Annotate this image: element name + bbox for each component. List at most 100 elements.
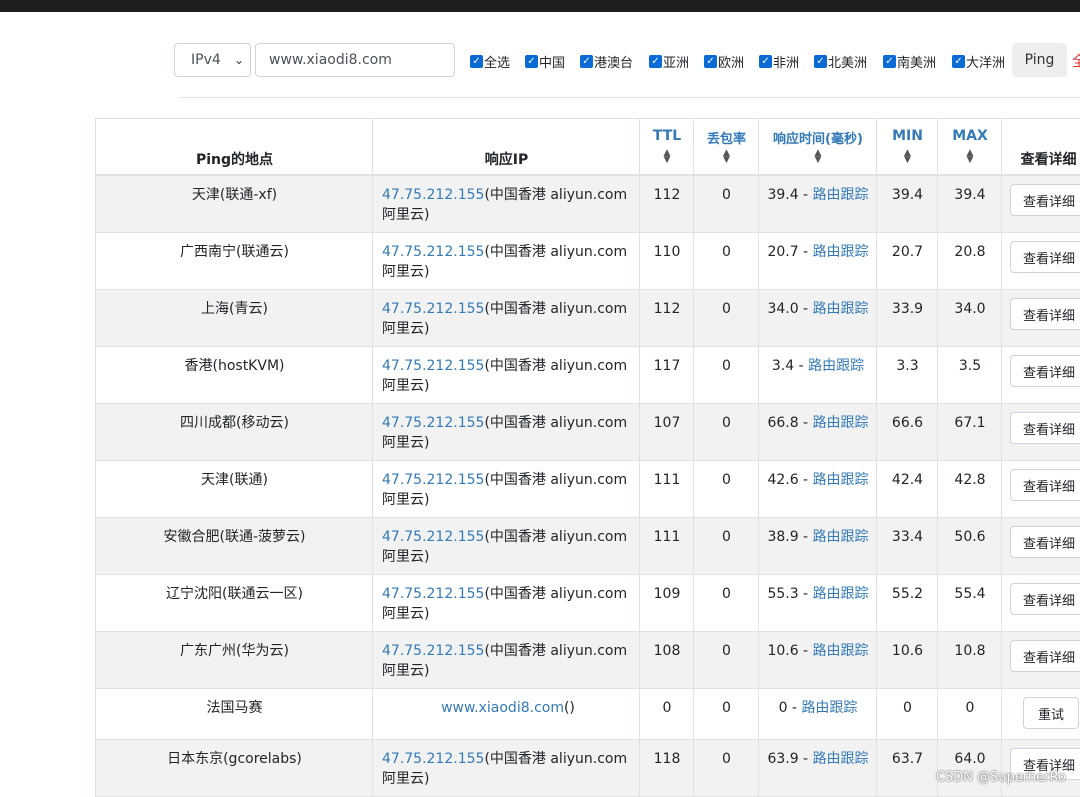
cell-min: 55.2 <box>876 575 938 631</box>
region-checkbox-china[interactable]: ✓ 中国 <box>525 52 565 71</box>
checkbox-checked-icon: ✓ <box>580 55 593 68</box>
cell-location: 辽宁沈阳(联通云一区) <box>95 575 373 631</box>
cell-location: 日本东京(gcorelabs) <box>95 740 373 796</box>
region-checkbox-africa[interactable]: ✓ 非洲 <box>759 52 799 71</box>
retry-button[interactable]: 重试 <box>1023 697 1079 729</box>
cell-min: 39.4 <box>876 176 938 232</box>
cell-loss: 0 <box>693 290 759 346</box>
cell-ttl: 109 <box>639 575 694 631</box>
table-row: 上海(青云) 47.75.212.155(中国香港 aliyun.com 阿里云)… <box>95 290 1080 347</box>
ping-button[interactable]: Ping <box>1012 43 1067 77</box>
table-row: 香港(hostKVM) 47.75.212.155(中国香港 aliyun.com… <box>95 347 1080 404</box>
cell-max: 64.0 <box>937 740 1002 796</box>
cell-max: 67.1 <box>937 404 1002 460</box>
view-detail-button[interactable]: 查看详细 <box>1010 640 1080 672</box>
cell-rtt: 20.7 - 路由跟踪 <box>758 233 877 289</box>
region-checkbox-asia[interactable]: ✓ 亚洲 <box>649 52 689 71</box>
ip-link[interactable]: 47.75.212.155 <box>382 751 484 767</box>
cell-max: 20.8 <box>937 233 1002 289</box>
trace-route-link[interactable]: 路由跟踪 <box>813 751 869 767</box>
view-detail-button[interactable]: 查看详细 <box>1010 184 1080 216</box>
cell-rtt: 34.0 - 路由跟踪 <box>758 290 877 346</box>
view-detail-button[interactable]: 查看详细 <box>1010 355 1080 387</box>
cell-rtt: 66.8 - 路由跟踪 <box>758 404 877 460</box>
ip-version-value: IPv4 <box>191 52 221 68</box>
table-header-row: Ping的地点 响应IP TTL ▲ ▼ 丢包率 ▲ ▼ 响应时间(毫秒) ▲ ▼ MIN ▲… <box>95 118 1080 176</box>
region-checkbox-north-america[interactable]: ✓ 北美洲 <box>814 52 867 71</box>
header-max[interactable]: MAX ▲ ▼ <box>937 119 1002 174</box>
trace-route-link[interactable]: 路由跟踪 <box>813 643 869 659</box>
ip-link[interactable]: 47.75.212.155 <box>382 643 484 659</box>
rtt-value: 3.4 <box>771 358 795 374</box>
cell-max: 10.8 <box>937 632 1002 688</box>
cell-min: 66.6 <box>876 404 938 460</box>
host-input[interactable]: www.xiaodi8.com <box>255 43 455 77</box>
header-min[interactable]: MIN ▲ ▼ <box>876 119 938 174</box>
trace-route-link[interactable]: 路由跟踪 <box>808 358 864 374</box>
table-row: 安徽合肥(联通-菠萝云) 47.75.212.155(中国香港 aliyun.co… <box>95 518 1080 575</box>
cell-location: 天津(联通-xf) <box>95 176 373 232</box>
cell-min: 63.7 <box>876 740 938 796</box>
header-ttl[interactable]: TTL ▲ ▼ <box>639 119 694 174</box>
window-top-bar <box>0 0 1080 12</box>
ip-link[interactable]: 47.75.212.155 <box>382 358 484 374</box>
cut-off-link[interactable]: 全 <box>1072 51 1080 71</box>
divider <box>178 97 1080 98</box>
rtt-value: 55.3 <box>767 586 799 602</box>
trace-route-link[interactable]: 路由跟踪 <box>813 472 869 488</box>
cell-rtt: 55.3 - 路由跟踪 <box>758 575 877 631</box>
cell-ip: www.xiaodi8.com() <box>372 689 640 739</box>
view-detail-button[interactable]: 查看详细 <box>1010 241 1080 273</box>
ip-link[interactable]: 47.75.212.155 <box>382 415 484 431</box>
trace-route-link[interactable]: 路由跟踪 <box>813 415 869 431</box>
ip-link[interactable]: 47.75.212.155 <box>382 529 484 545</box>
cell-rtt: 10.6 - 路由跟踪 <box>758 632 877 688</box>
cell-location: 法国马赛 <box>95 689 373 739</box>
table-row: 天津(联通-xf) 47.75.212.155(中国香港 aliyun.com 阿… <box>95 176 1080 233</box>
region-checkbox-oceania[interactable]: ✓ 大洋洲 <box>952 52 1005 71</box>
ip-version-select[interactable]: IPv4 ⌄ <box>174 43 251 77</box>
ip-link[interactable]: 47.75.212.155 <box>382 586 484 602</box>
region-checkbox-europe[interactable]: ✓ 欧洲 <box>704 52 744 71</box>
checkbox-checked-icon: ✓ <box>759 55 772 68</box>
view-detail-button[interactable]: 查看详细 <box>1010 412 1080 444</box>
cell-max: 39.4 <box>937 176 1002 232</box>
trace-route-link[interactable]: 路由跟踪 <box>813 586 869 602</box>
ip-link[interactable]: www.xiaodi8.com <box>441 700 564 716</box>
cell-ip: 47.75.212.155(中国香港 aliyun.com 阿里云) <box>372 290 640 346</box>
trace-route-link[interactable]: 路由跟踪 <box>801 700 857 716</box>
ip-link[interactable]: 47.75.212.155 <box>382 244 484 260</box>
sort-icon: ▲ ▼ <box>723 148 730 165</box>
checkbox-checked-icon: ✓ <box>470 55 483 68</box>
cell-action: 查看详细 <box>1001 461 1080 517</box>
region-checkbox-all[interactable]: ✓ 全选 <box>470 52 510 71</box>
trace-route-link[interactable]: 路由跟踪 <box>813 187 869 203</box>
cell-loss: 0 <box>693 461 759 517</box>
sort-icon: ▲ ▼ <box>663 148 671 165</box>
table-row: 法国马赛 www.xiaodi8.com() 0 0 0 - 路由跟踪 0 0 重试 <box>95 689 1080 740</box>
cell-action: 查看详细 <box>1001 632 1080 688</box>
view-detail-button[interactable]: 查看详细 <box>1010 526 1080 558</box>
region-checkbox-south-america[interactable]: ✓ 南美洲 <box>883 52 936 71</box>
view-detail-button[interactable]: 查看详细 <box>1010 583 1080 615</box>
ip-link[interactable]: 47.75.212.155 <box>382 187 484 203</box>
rtt-value: 20.7 <box>767 244 799 260</box>
ip-link[interactable]: 47.75.212.155 <box>382 301 484 317</box>
header-ip: 响应IP <box>372 119 640 174</box>
header-loss[interactable]: 丢包率 ▲ ▼ <box>693 119 759 174</box>
cell-loss: 0 <box>693 518 759 574</box>
cell-action: 查看详细 <box>1001 518 1080 574</box>
cell-ttl: 118 <box>639 740 694 796</box>
ip-info: () <box>563 700 575 716</box>
trace-route-link[interactable]: 路由跟踪 <box>813 244 869 260</box>
header-rtt[interactable]: 响应时间(毫秒) ▲ ▼ <box>758 119 877 174</box>
cell-ttl: 108 <box>639 632 694 688</box>
trace-route-link[interactable]: 路由跟踪 <box>813 529 869 545</box>
trace-route-link[interactable]: 路由跟踪 <box>813 301 869 317</box>
view-detail-button[interactable]: 查看详细 <box>1010 469 1080 501</box>
cell-action: 查看详细 <box>1001 404 1080 460</box>
cell-action: 重试 <box>1001 689 1080 739</box>
region-checkbox-hk-mo-tw[interactable]: ✓ 港澳台 <box>580 52 633 71</box>
ip-link[interactable]: 47.75.212.155 <box>382 472 484 488</box>
view-detail-button[interactable]: 查看详细 <box>1010 298 1080 330</box>
